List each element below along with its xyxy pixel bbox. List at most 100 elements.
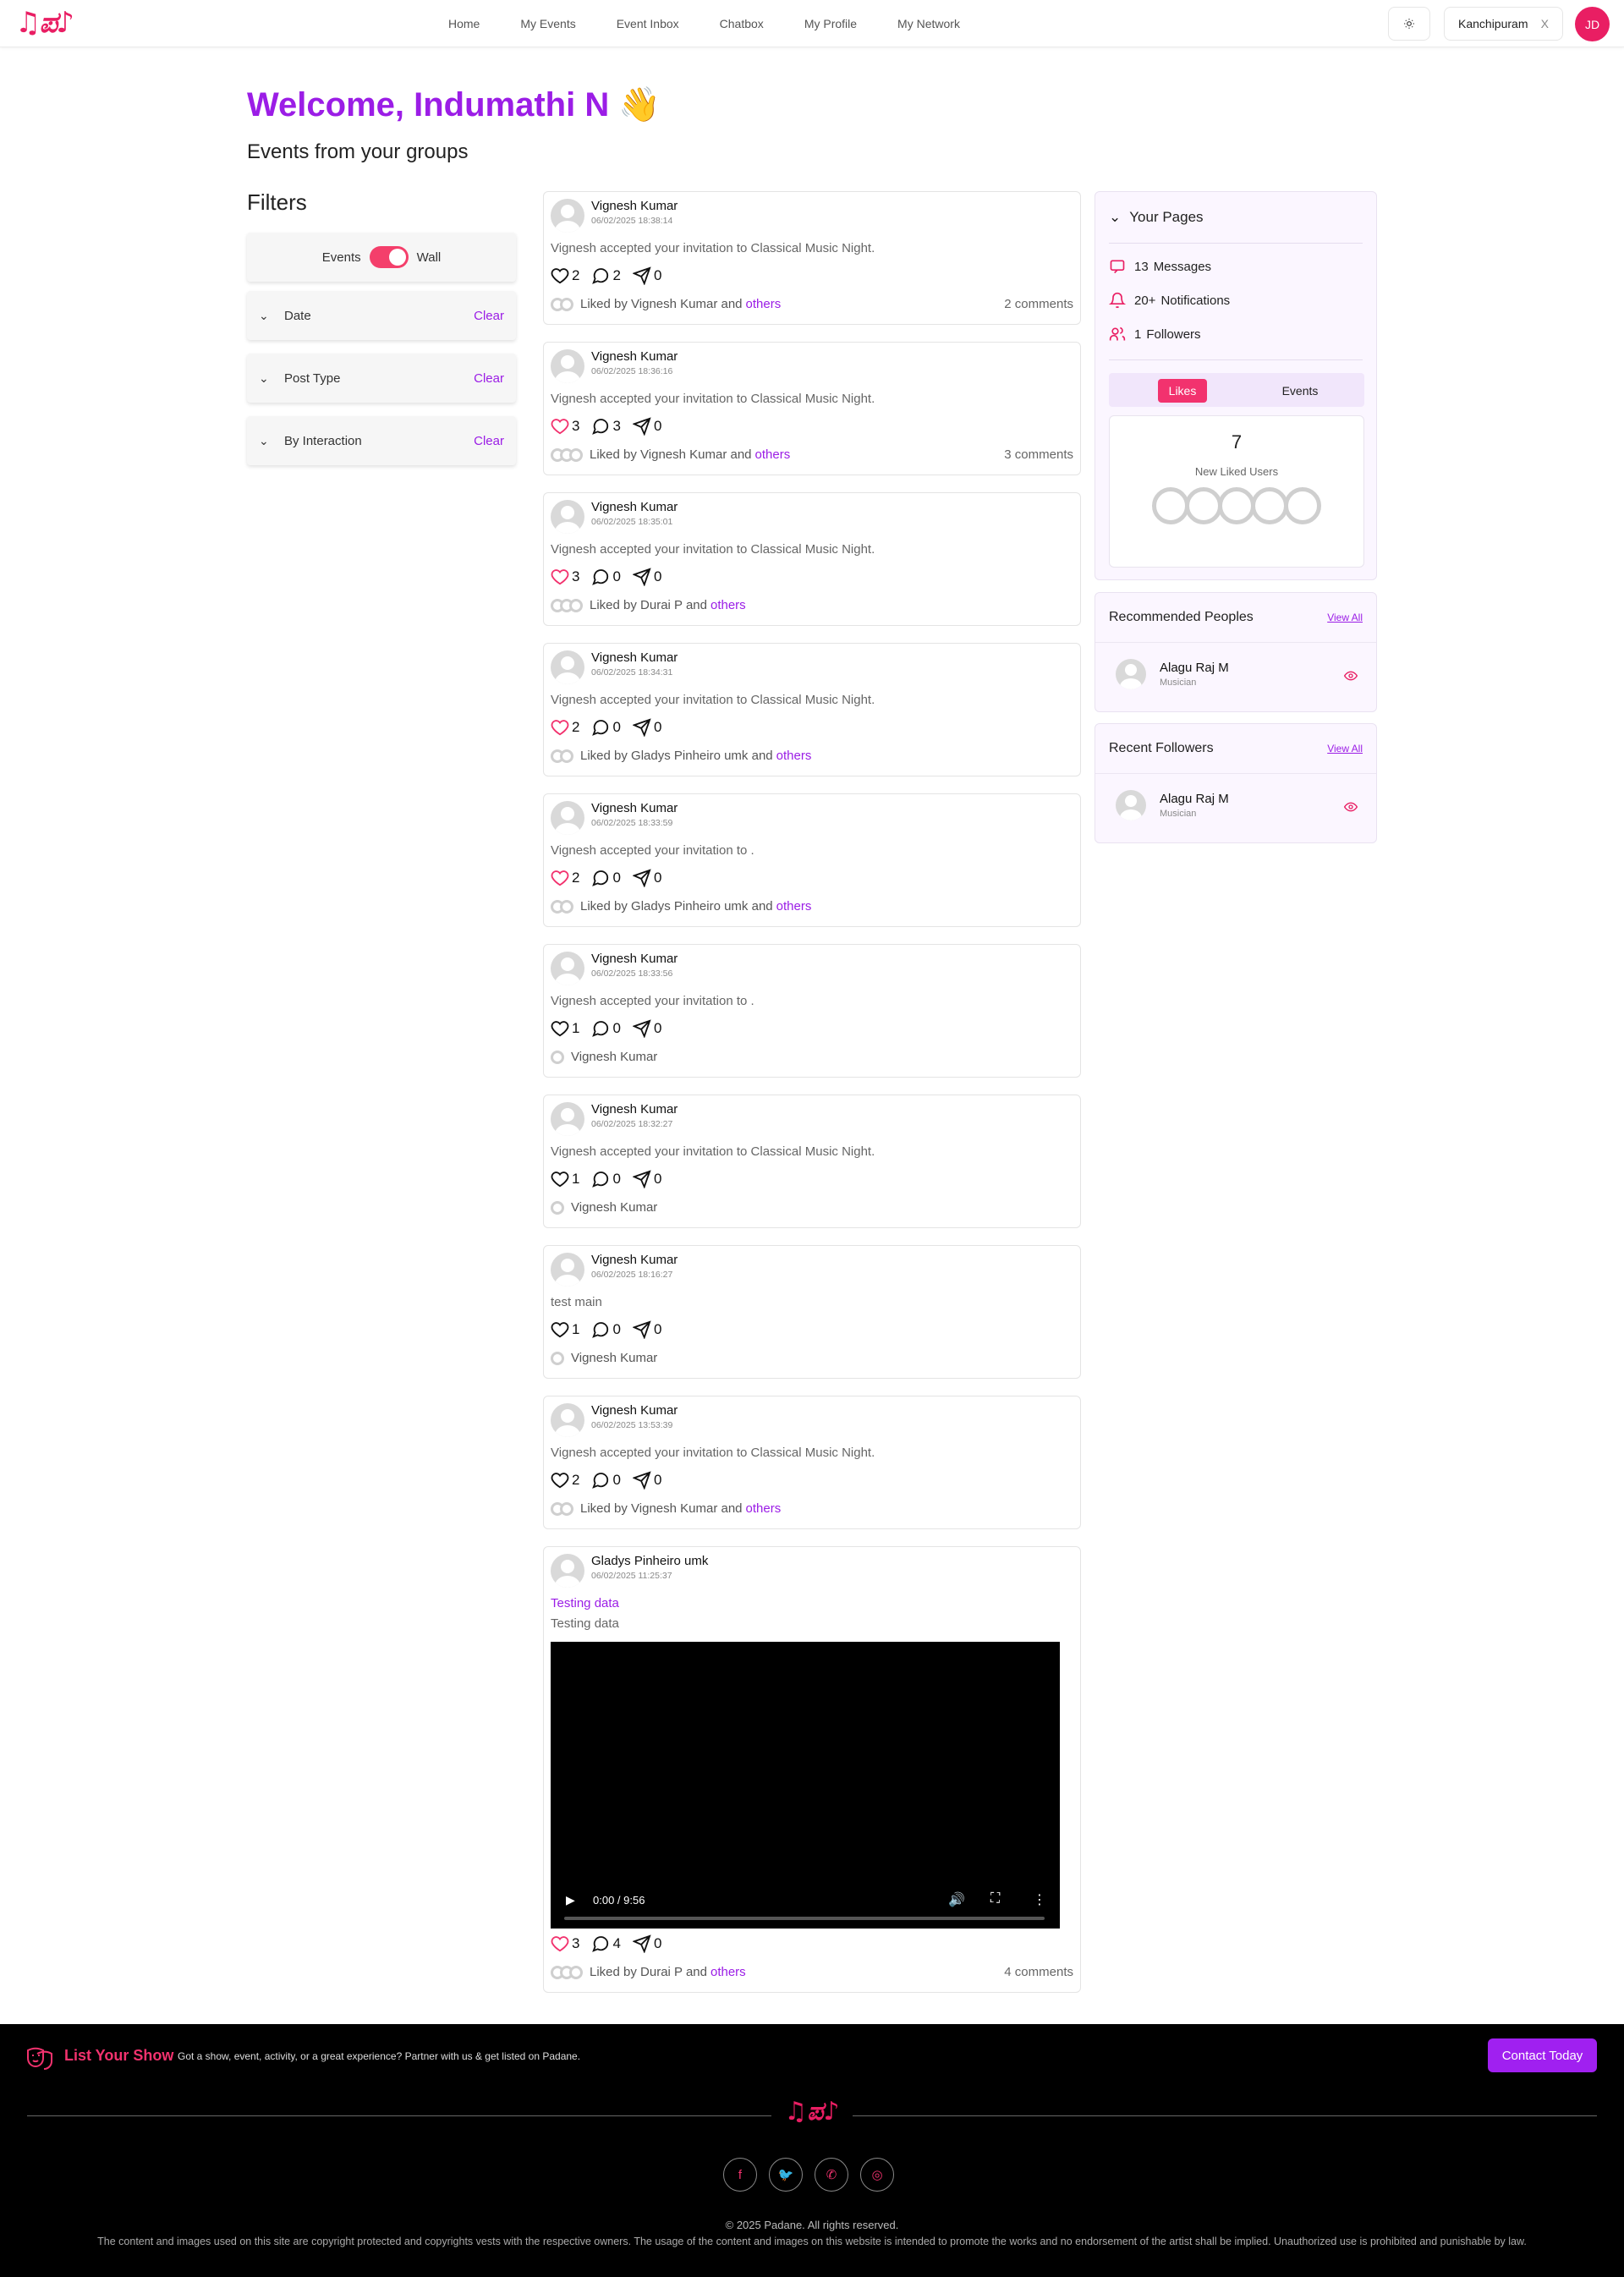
nav-home[interactable]: Home <box>448 17 480 30</box>
events-wall-toggle[interactable] <box>369 246 409 268</box>
nav-my-profile[interactable]: My Profile <box>804 17 857 30</box>
footer-logo[interactable]: ♫ಪ♪ <box>776 2097 848 2131</box>
comments-count-link[interactable]: 3 comments <box>1004 447 1073 462</box>
avatar[interactable] <box>1251 487 1288 524</box>
liked-by-others-link[interactable]: others <box>746 1501 782 1516</box>
instagram-icon[interactable]: ◎ <box>860 2158 894 2192</box>
fullscreen-icon[interactable]: ⛶ <box>990 1891 1000 1907</box>
nav-my-network[interactable]: My Network <box>897 17 960 30</box>
share-button[interactable]: 0 <box>632 1019 661 1038</box>
nav-chatbox[interactable]: Chatbox <box>720 17 764 30</box>
person-name[interactable]: Alagu Raj M <box>1160 661 1229 675</box>
avatar[interactable] <box>1152 487 1189 524</box>
avatar[interactable] <box>1185 487 1222 524</box>
avatar[interactable] <box>551 801 584 835</box>
post-author[interactable]: Vignesh Kumar <box>591 1403 678 1418</box>
like-button[interactable]: 3 <box>551 417 579 436</box>
nav-my-events[interactable]: My Events <box>520 17 575 30</box>
contact-today-button[interactable]: Contact Today <box>1488 2038 1597 2072</box>
notifications-row[interactable]: 20+ Notifications <box>1109 292 1230 309</box>
avatar[interactable] <box>551 952 584 985</box>
liked-by-others-link[interactable]: others <box>710 598 746 612</box>
tab-events[interactable]: Events <box>1275 379 1325 403</box>
phone-icon[interactable]: ✆ <box>815 2158 848 2192</box>
liked-by-others-link[interactable]: others <box>776 899 812 914</box>
like-button[interactable]: 2 <box>551 266 579 285</box>
comments-count-link[interactable]: 2 comments <box>1004 297 1073 311</box>
comment-button[interactable]: 0 <box>591 1471 621 1490</box>
share-button[interactable]: 0 <box>632 1170 661 1188</box>
volume-icon[interactable]: 🔊 <box>948 1891 965 1908</box>
eye-icon[interactable] <box>1343 800 1358 816</box>
post-author[interactable]: Vignesh Kumar <box>591 650 678 665</box>
post-author[interactable]: Vignesh Kumar <box>591 952 678 966</box>
filter-by-interaction[interactable]: ⌄ By Interaction Clear <box>247 416 516 465</box>
avatar[interactable] <box>551 500 584 534</box>
filter-post-type[interactable]: ⌄ Post Type Clear <box>247 354 516 403</box>
comment-button[interactable]: 0 <box>591 869 621 887</box>
share-button[interactable]: 0 <box>632 1934 661 1953</box>
comment-button[interactable]: 0 <box>591 718 621 737</box>
share-button[interactable]: 0 <box>632 266 661 285</box>
video-player[interactable]: ▶ 0:00 / 9:56 🔊 ⛶ ⋮ <box>551 1642 1060 1929</box>
location-chip[interactable]: Kanchipuram X <box>1444 7 1563 41</box>
recommended-view-all-link[interactable]: View All <box>1327 612 1363 623</box>
like-button[interactable]: 2 <box>551 1471 579 1490</box>
comment-button[interactable]: 2 <box>591 266 621 285</box>
messages-row[interactable]: 13 Messages <box>1109 258 1211 275</box>
location-clear-button[interactable]: X <box>1541 17 1549 30</box>
avatar[interactable] <box>551 1253 584 1287</box>
liked-by-others-link[interactable]: others <box>755 447 791 462</box>
share-button[interactable]: 0 <box>632 718 661 737</box>
avatar[interactable] <box>551 199 584 233</box>
comment-button[interactable]: 3 <box>591 417 621 436</box>
post-author[interactable]: Gladys Pinheiro umk <box>591 1554 708 1568</box>
share-button[interactable]: 0 <box>632 417 661 436</box>
avatar[interactable] <box>1116 659 1146 689</box>
video-progress-bar[interactable] <box>564 1917 1045 1920</box>
like-button[interactable]: 1 <box>551 1170 579 1188</box>
user-avatar[interactable]: JD <box>1575 7 1610 41</box>
avatar[interactable] <box>1284 487 1321 524</box>
nav-event-inbox[interactable]: Event Inbox <box>617 17 679 30</box>
play-icon[interactable]: ▶ <box>566 1893 575 1907</box>
like-button[interactable]: 3 <box>551 568 579 586</box>
comments-count-link[interactable]: 4 comments <box>1004 1965 1073 1979</box>
post-author[interactable]: Vignesh Kumar <box>591 1102 678 1117</box>
liked-by-others-link[interactable]: others <box>746 297 782 311</box>
more-vertical-icon[interactable]: ⋮ <box>1033 1891 1046 1908</box>
avatar[interactable] <box>551 1102 584 1136</box>
avatar[interactable] <box>551 650 584 684</box>
followers-view-all-link[interactable]: View All <box>1327 743 1363 754</box>
post-author[interactable]: Vignesh Kumar <box>591 801 678 815</box>
avatar[interactable] <box>551 349 584 383</box>
liked-by-others-link[interactable]: others <box>710 1965 746 1979</box>
avatar[interactable] <box>551 1554 584 1588</box>
share-button[interactable]: 0 <box>632 1320 661 1339</box>
like-button[interactable]: 1 <box>551 1320 579 1339</box>
comment-button[interactable]: 4 <box>591 1934 621 1953</box>
comment-button[interactable]: 0 <box>591 568 621 586</box>
post-author[interactable]: Vignesh Kumar <box>591 500 678 514</box>
tab-likes[interactable]: Likes <box>1158 379 1207 403</box>
like-button[interactable]: 2 <box>551 869 579 887</box>
post-author[interactable]: Vignesh Kumar <box>591 1253 678 1267</box>
twitter-icon[interactable]: 🐦 <box>769 2158 803 2192</box>
like-button[interactable]: 1 <box>551 1019 579 1038</box>
share-button[interactable]: 0 <box>632 869 661 887</box>
liked-by-others-link[interactable]: others <box>776 749 812 763</box>
like-button[interactable]: 2 <box>551 718 579 737</box>
comment-button[interactable]: 0 <box>591 1019 621 1038</box>
post-author[interactable]: Vignesh Kumar <box>591 349 678 364</box>
avatar[interactable] <box>1116 790 1146 820</box>
filter-date[interactable]: ⌄ Date Clear <box>247 291 516 340</box>
comment-button[interactable]: 0 <box>591 1170 621 1188</box>
avatar[interactable] <box>551 1403 584 1437</box>
post-author[interactable]: Vignesh Kumar <box>591 199 678 213</box>
theme-toggle-button[interactable] <box>1388 7 1430 41</box>
comment-button[interactable]: 0 <box>591 1320 621 1339</box>
like-button[interactable]: 3 <box>551 1934 579 1953</box>
eye-icon[interactable] <box>1343 669 1358 685</box>
facebook-icon[interactable]: f <box>723 2158 757 2192</box>
avatar[interactable] <box>1218 487 1255 524</box>
